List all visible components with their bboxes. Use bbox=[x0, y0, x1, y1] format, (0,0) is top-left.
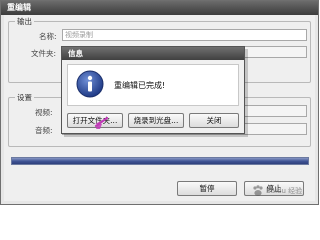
baidu-paw-icon bbox=[253, 185, 263, 196]
mouse-cursor-icon bbox=[94, 117, 108, 129]
name-input[interactable]: 视频录制 bbox=[62, 29, 307, 41]
window-title: 重编辑 bbox=[1, 1, 318, 15]
dialog-body: 重编辑已完成! bbox=[67, 64, 239, 106]
settings-group-title: 设置 bbox=[15, 92, 34, 103]
progress-bar bbox=[11, 157, 309, 165]
info-icon bbox=[76, 70, 104, 98]
close-button[interactable]: 关闭 bbox=[189, 113, 239, 128]
name-label: 名称: bbox=[39, 32, 57, 41]
output-group-title: 输出 bbox=[15, 16, 34, 27]
burn-disc-button[interactable]: 烧录到光盘... bbox=[128, 113, 184, 128]
dialog-message: 重编辑已完成! bbox=[114, 81, 166, 90]
watermark: Baidu 经验 bbox=[250, 182, 316, 200]
audio-label: 音频: bbox=[35, 126, 53, 135]
watermark-text: Baidu 经验 bbox=[266, 187, 303, 195]
dialog-title: 信息 bbox=[62, 47, 244, 60]
pause-button[interactable]: 暂停 bbox=[177, 181, 237, 196]
folder-label: 文件夹: bbox=[31, 49, 57, 58]
info-dialog: 信息 重编辑已完成! 打开文件夹... 烧录到光盘... 关闭 bbox=[61, 46, 245, 134]
video-label: 视频: bbox=[35, 108, 53, 117]
